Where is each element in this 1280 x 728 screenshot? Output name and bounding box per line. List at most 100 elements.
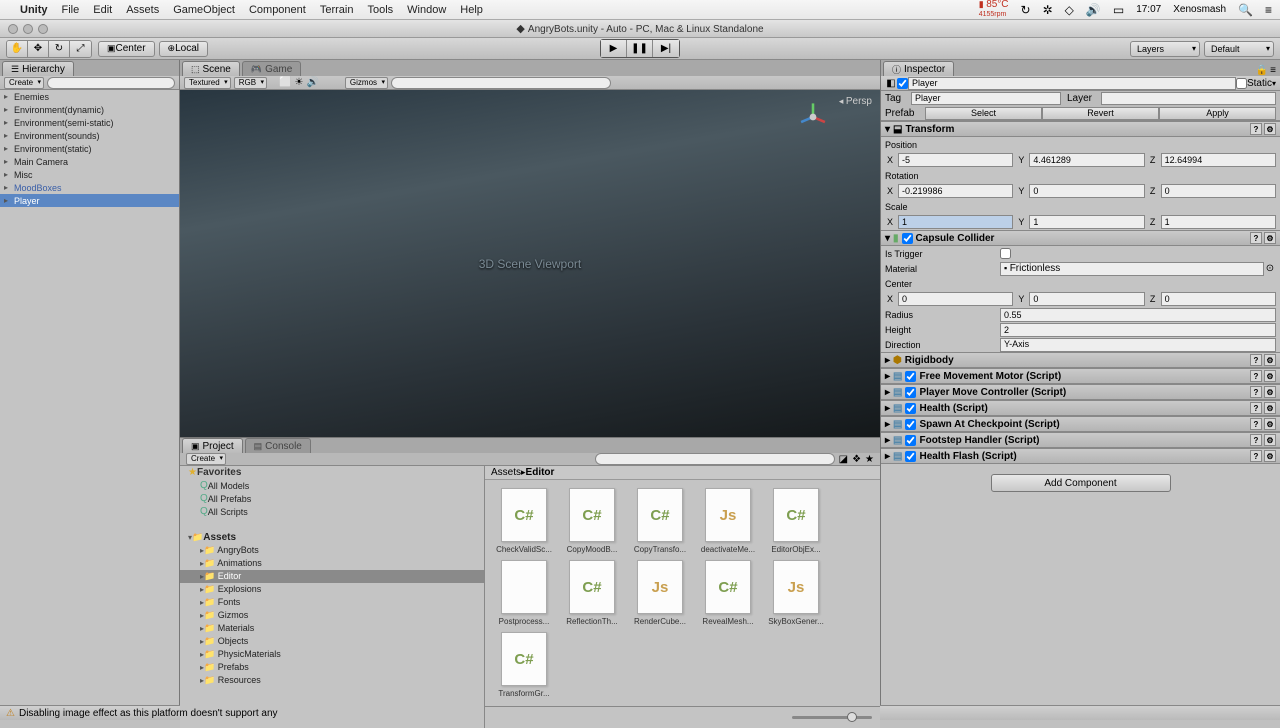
scene-gizmos[interactable]: Gizmos [345,77,388,89]
project-grid[interactable]: C#CheckValidSc...C#CopyMoodB...C#CopyTra… [485,480,880,706]
sync-icon[interactable]: ↻ [1021,3,1031,17]
layout-dropdown[interactable]: Default [1204,41,1274,57]
menu-terrain[interactable]: Terrain [320,4,354,16]
material-picker-icon[interactable]: ⊙ [1264,263,1276,274]
asset-item[interactable]: C#ReflectionTh... [561,560,623,626]
inspector-menu-icon[interactable]: ≡ [1270,65,1276,76]
direction-dropdown[interactable]: Y-Axis [1000,338,1276,352]
component-header[interactable]: ▸▤Health (Script)?⚙ [881,400,1280,416]
capsule-header[interactable]: ▾▮Capsule Collider ?⚙ [881,230,1280,246]
component-help-icon[interactable]: ? [1250,354,1262,366]
scene-2d-toggle[interactable]: ⬜ [279,77,291,88]
project-tree-item[interactable]: Q All Scripts [180,505,484,518]
menu-app[interactable]: Unity [20,4,48,16]
project-zoom-slider[interactable] [792,716,872,719]
component-gear-icon[interactable]: ⚙ [1264,370,1276,382]
menu-assets[interactable]: Assets [126,4,159,16]
project-tree-item[interactable]: ★ Favorites [180,466,484,479]
console-tab[interactable]: ▤ Console [245,438,311,453]
hierarchy-item[interactable]: ▸Environment(dynamic) [0,103,179,116]
scl-x[interactable] [898,215,1013,229]
scene-view[interactable]: 3D Scene Viewport ◂ Persp [180,90,880,437]
radius-field[interactable] [1000,308,1276,322]
component-gear-icon[interactable]: ⚙ [1264,386,1276,398]
hierarchy-item[interactable]: ▸Environment(semi-static) [0,116,179,129]
add-component-button[interactable]: Add Component [991,474,1171,492]
project-tree[interactable]: ★ FavoritesQ All ModelsQ All PrefabsQ Al… [180,466,485,728]
hierarchy-tab[interactable]: ☰ Hierarchy [2,61,74,76]
menubar-time[interactable]: 17:07 [1136,4,1161,15]
project-create[interactable]: Create [186,453,226,465]
asset-item[interactable]: JsRenderCube... [629,560,691,626]
material-field[interactable]: ▪ Frictionless [1000,262,1264,276]
hierarchy-item[interactable]: ▸Main Camera [0,155,179,168]
project-search[interactable] [595,453,835,465]
volume-icon[interactable]: 🔊 [1086,3,1101,17]
hierarchy-item[interactable]: ▸Environment(static) [0,142,179,155]
hierarchy-search[interactable] [47,77,175,89]
project-tree-item[interactable]: 📁 Animations [180,557,484,570]
component-header[interactable]: ▸⬢Rigidbody?⚙ [881,352,1280,368]
layers-dropdown[interactable]: Layers [1130,41,1200,57]
tag-dropdown[interactable]: Player [911,92,1061,105]
project-tree-item[interactable]: 📁 Assets [180,531,484,544]
asset-item[interactable]: C#TransformGr... [493,632,555,698]
bluetooth-icon[interactable]: ✲ [1043,3,1053,17]
scene-light-toggle[interactable]: ☀ [294,77,303,88]
asset-item[interactable]: C#EditorObjEx... [765,488,827,554]
project-tree-item[interactable]: 📁 Fonts [180,596,484,609]
hierarchy-item[interactable]: ▸MoodBoxes [0,181,179,194]
capsule-enabled[interactable] [902,233,913,244]
game-tab[interactable]: 🎮 Game [242,61,301,76]
inspector-lock-icon[interactable]: 🔒 [1256,65,1268,76]
scene-tab[interactable]: ⬚ Scene [182,61,240,76]
component-help-icon[interactable]: ? [1250,434,1262,446]
menu-tools[interactable]: Tools [367,4,393,16]
component-header[interactable]: ▸▤Spawn At Checkpoint (Script)?⚙ [881,416,1280,432]
project-tree-item[interactable]: 📁 Prefabs [180,661,484,674]
asset-item[interactable]: C#CopyTransfo... [629,488,691,554]
scene-shading[interactable]: Textured [184,77,231,89]
notification-icon[interactable]: ≡ [1265,3,1272,17]
prefab-revert[interactable]: Revert [1042,107,1159,120]
component-header[interactable]: ▸▤Player Move Controller (Script)?⚙ [881,384,1280,400]
project-breadcrumb[interactable]: Assets ▸ Editor [485,466,880,480]
project-tree-item[interactable]: Q All Models [180,479,484,492]
scene-render-mode[interactable]: RGB [234,77,267,89]
minimize-window-button[interactable] [23,24,33,34]
gameobject-active[interactable] [897,78,908,89]
center-x[interactable] [898,292,1013,306]
spotlight-icon[interactable]: 🔍 [1238,3,1253,17]
scene-search[interactable] [391,77,611,89]
hierarchy-item[interactable]: ▸Environment(sounds) [0,129,179,142]
component-gear-icon[interactable]: ⚙ [1264,418,1276,430]
component-help-icon[interactable]: ? [1250,386,1262,398]
hierarchy-tree[interactable]: ▸Enemies▸Environment(dynamic)▸Environmen… [0,90,179,705]
istrigger-checkbox[interactable] [1000,248,1011,259]
close-window-button[interactable] [8,24,18,34]
scl-z[interactable] [1161,215,1276,229]
asset-item[interactable]: JsdeactivateMe... [697,488,759,554]
hand-tool[interactable]: ✋ [7,41,28,57]
project-tree-item[interactable]: 📁 AngryBots [180,544,484,557]
pos-x[interactable] [898,153,1013,167]
component-header[interactable]: ▸▤Health Flash (Script)?⚙ [881,448,1280,464]
center-y[interactable] [1029,292,1144,306]
project-tree-item[interactable]: 📁 Explosions [180,583,484,596]
inspector-tab[interactable]: ⓘ Inspector [883,61,954,76]
component-gear-icon[interactable]: ⚙ [1264,402,1276,414]
play-button[interactable]: ▶ [601,40,627,57]
project-tree-item[interactable]: 📁 Resources [180,674,484,687]
scene-audio-toggle[interactable]: 🔊 [306,77,318,88]
asset-item[interactable]: C#CopyMoodB... [561,488,623,554]
rot-x[interactable] [898,184,1013,198]
layer-dropdown[interactable] [1101,92,1276,105]
battery-icon[interactable]: ▭ [1113,3,1124,17]
pause-button[interactable]: ❚❚ [627,40,653,57]
menu-gameobject[interactable]: GameObject [173,4,235,16]
component-help-icon[interactable]: ? [1250,402,1262,414]
hierarchy-item[interactable]: ▸Player [0,194,179,207]
hierarchy-create[interactable]: Create [4,77,44,89]
component-help-icon[interactable]: ? [1250,418,1262,430]
orientation-gizmo[interactable] [796,100,830,134]
